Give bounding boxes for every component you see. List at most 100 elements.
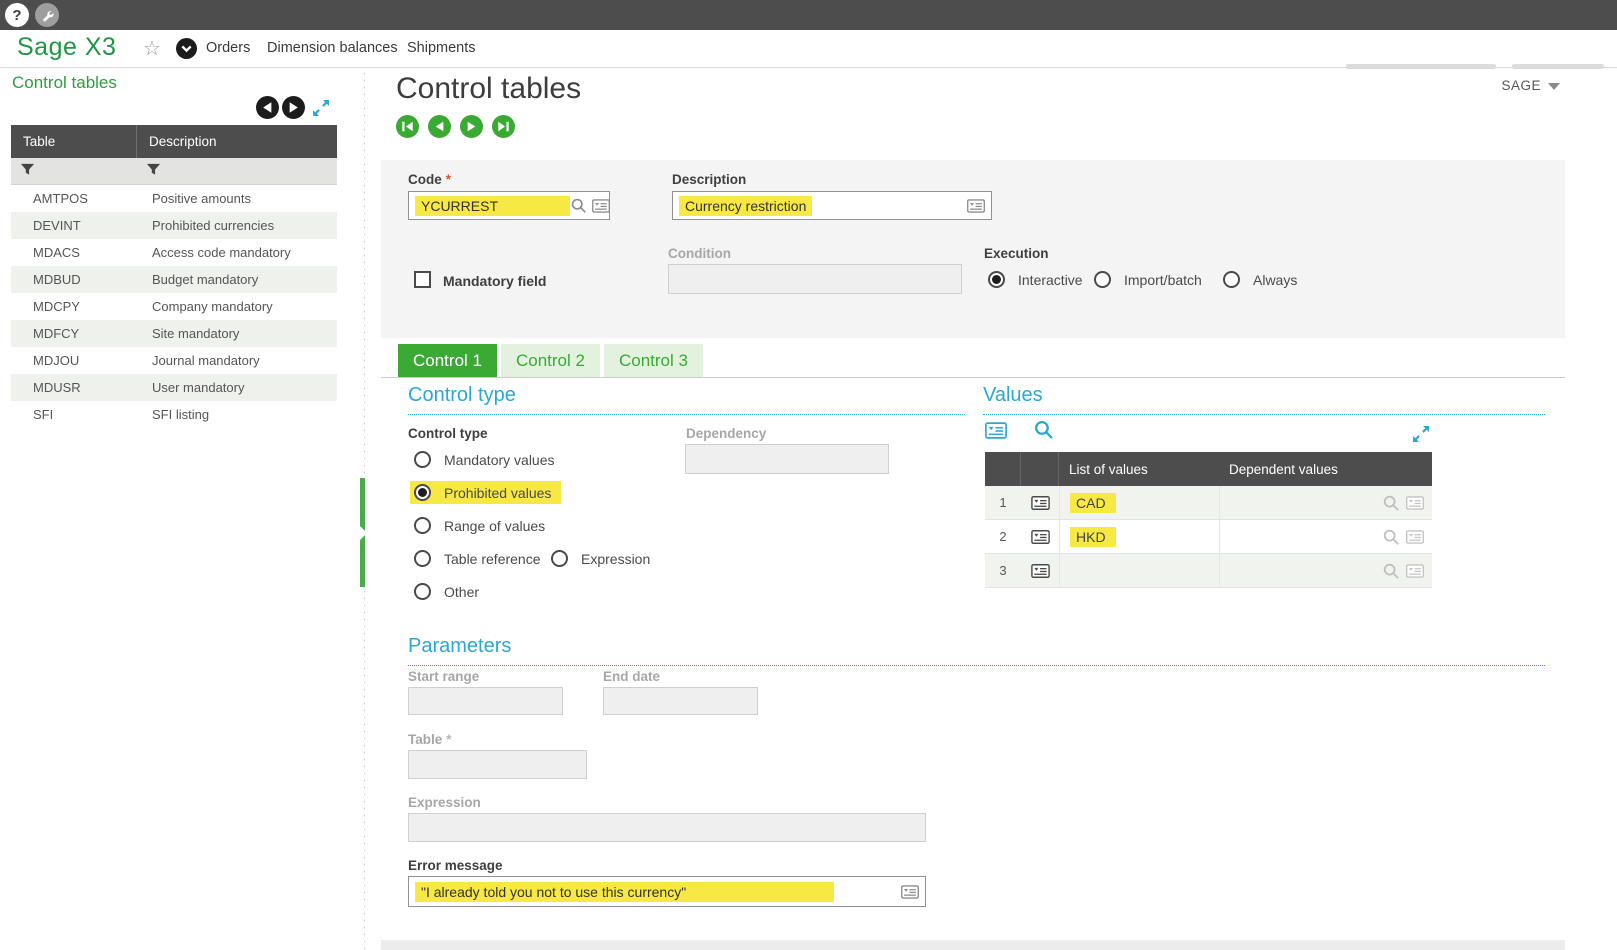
radio-icon[interactable] [1094,271,1111,288]
list-value-cell[interactable] [1059,554,1219,587]
description-input[interactable]: Currency restriction [672,191,992,220]
search-icon[interactable] [1382,562,1400,580]
table-row[interactable]: MDFCYSite mandatory [11,320,337,347]
horizontal-scrollbar[interactable] [1346,64,1496,69]
row-detail-icon[interactable] [1021,530,1059,544]
radio-import-batch[interactable]: Import/batch [1094,271,1202,288]
radio-label: Range of values [444,518,545,534]
filter-icon[interactable] [137,162,161,180]
values-row[interactable]: 2 HKD [985,520,1432,554]
help-icon[interactable]: ? [5,3,29,27]
radio-icon[interactable] [414,451,431,468]
menu-item-shipments[interactable]: Shipments [407,40,476,56]
row-code: MDJOU [11,353,137,368]
values-detail-icon[interactable] [985,422,1007,444]
mandatory-field-checkbox[interactable] [414,271,431,288]
radio-interactive[interactable]: Interactive [988,271,1083,288]
radio-prohibited-values[interactable]: Prohibited values [410,481,561,504]
panel-expand-icon[interactable] [311,98,331,123]
dependency-input[interactable] [685,444,889,474]
selection-list-icon[interactable] [1406,496,1424,510]
start-range-input[interactable] [408,687,563,715]
row-detail-icon[interactable] [1021,496,1059,510]
radio-icon[interactable] [414,517,431,534]
radio-icon[interactable] [551,550,568,567]
next-record-icon[interactable] [460,115,483,138]
radio-icon[interactable] [414,583,431,600]
first-record-icon[interactable] [396,115,419,138]
values-search-icon[interactable] [1033,419,1054,445]
radio-expression[interactable]: Expression [551,550,650,567]
values-row[interactable]: 3 [985,554,1432,588]
radio-range-of-values[interactable]: Range of values [414,517,545,534]
condition-input[interactable] [668,264,962,294]
code-input[interactable]: YCURREST [408,191,610,220]
selection-list-icon[interactable] [1406,530,1424,544]
selection-list-icon[interactable] [901,885,919,899]
table-row[interactable]: MDJOUJournal mandatory [11,347,337,374]
menu-item-orders[interactable]: Orders [206,40,250,56]
panel-prev-icon[interactable] [256,96,279,124]
wrench-glyph [40,8,55,23]
row-code: DEVINT [11,218,137,233]
table-row[interactable]: AMTPOSPositive amounts [11,185,337,212]
filter-icon[interactable] [11,162,137,180]
favorite-star-icon[interactable]: ☆ [143,36,161,61]
expression-input[interactable] [408,813,926,842]
radio-table-reference[interactable]: Table reference [414,550,541,567]
selection-list-icon[interactable] [592,199,610,213]
tab-control-3[interactable]: Control 3 [604,344,703,377]
menu-item-dimension-balances[interactable]: Dimension balances [267,40,398,56]
table-input[interactable] [408,750,587,779]
error-message-input[interactable]: "I already told you not to use this curr… [408,876,926,907]
user-menu[interactable]: SAGE [1501,78,1560,93]
last-record-icon[interactable] [492,115,515,138]
column-header-list-of-values[interactable]: List of values [1059,462,1219,477]
selection-list-icon[interactable] [1406,564,1424,578]
list-value-cell[interactable]: CAD [1059,486,1219,519]
end-date-input[interactable] [603,687,758,715]
search-icon[interactable] [570,197,587,214]
radio-label: Import/batch [1124,272,1202,288]
table-row[interactable]: MDBUDBudget mandatory [11,266,337,293]
selection-list-icon[interactable] [967,199,985,213]
row-detail-icon[interactable] [1021,564,1059,578]
radio-icon[interactable] [1223,271,1240,288]
main-content: SAGE Control tables Code* YCURREST Descr… [365,68,1617,950]
table-row[interactable]: MDUSRUser mandatory [11,374,337,401]
radio-other[interactable]: Other [414,583,479,600]
sage-x3-logo[interactable]: Sage X3 [17,33,116,62]
list-value-cell[interactable]: HKD [1059,520,1219,553]
values-row[interactable]: 1 CAD [985,486,1432,520]
radio-mandatory-values[interactable]: Mandatory values [414,451,555,468]
values-expand-icon[interactable] [1411,424,1431,449]
table-row[interactable]: MDCPYCompany mandatory [11,293,337,320]
horizontal-scrollbar[interactable] [1512,64,1604,69]
description-label: Description [672,172,746,187]
tab-control-2[interactable]: Control 2 [501,344,600,377]
table-row[interactable]: MDACSAccess code mandatory [11,239,337,266]
column-header-description[interactable]: Description [137,134,217,149]
record-navigation [396,115,515,138]
table-row[interactable]: DEVINTProhibited currencies [11,212,337,239]
row-description: User mandatory [137,380,244,395]
column-header-dependent-values[interactable]: Dependent values [1219,462,1432,477]
search-icon[interactable] [1382,494,1400,512]
radio-always[interactable]: Always [1223,271,1297,288]
radio-icon[interactable] [414,484,431,501]
previous-record-icon[interactable] [428,115,451,138]
user-menu-label: SAGE [1501,78,1541,93]
radio-icon[interactable] [988,271,1005,288]
column-header-table[interactable]: Table [11,125,137,158]
table-row[interactable]: SFISFI listing [11,401,337,428]
tab-control-1[interactable]: Control 1 [398,344,497,377]
chevron-down-icon[interactable] [176,38,197,64]
dependent-value-cell[interactable] [1219,554,1432,587]
panel-next-icon[interactable] [282,96,305,124]
dependent-value-cell[interactable] [1219,486,1432,519]
search-icon[interactable] [1382,528,1400,546]
wrench-icon[interactable] [35,3,59,27]
left-panel: Control tables Table Description [0,68,348,950]
radio-icon[interactable] [414,550,431,567]
dependent-value-cell[interactable] [1219,520,1432,553]
